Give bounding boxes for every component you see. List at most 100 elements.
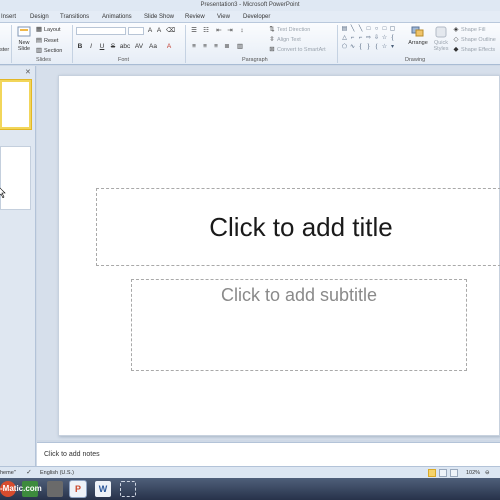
star-shape-icon[interactable]: ☆ [381,35,388,42]
change-case-button[interactable]: Aa [148,43,158,51]
reset-button[interactable]: Reset [44,38,58,44]
paragraph-group-label: Paragraph [242,57,268,63]
arrange-button[interactable]: Arrange [406,26,430,46]
line-shape-icon[interactable]: ╲ [357,26,364,33]
tab-slide-show[interactable]: Slide Show [144,11,174,23]
word-taskbar-icon[interactable]: W [95,481,111,497]
tab-design[interactable]: Design [30,11,49,23]
media-player-taskbar-icon[interactable] [47,481,63,497]
ribbon: ster New Slide ▦ Layout ▤ Reset ▥ Sectio… [0,23,500,65]
brace-shape-icon[interactable]: { [357,44,364,51]
normal-view-button[interactable] [428,469,436,477]
line-spacing-icon[interactable]: ↕ [238,27,246,35]
slide-canvas[interactable]: Click to add title Click to add subtitle [58,75,500,436]
text-direction-button[interactable]: Text Direction [277,27,310,33]
pentagon-shape-icon[interactable]: ⬠ [341,44,348,51]
paste-button-label[interactable]: ster [0,47,9,53]
tab-transitions[interactable]: Transitions [60,11,89,23]
numbering-icon[interactable]: ☷ [202,27,210,35]
decrease-indent-icon[interactable]: ⇤ [215,27,223,35]
zoom-out-icon[interactable]: ⊖ [485,470,490,476]
new-slide-button[interactable]: New Slide [14,26,34,52]
grow-font-icon[interactable]: A [146,27,154,35]
slide-thumbnail[interactable] [0,146,31,210]
connector-shape-icon[interactable]: ⌐ [349,35,356,42]
oval-shape-icon[interactable]: ○ [373,26,380,33]
notes-pane[interactable]: Click to add notes [37,442,500,466]
powerpoint-taskbar-icon[interactable]: P [70,481,86,497]
align-right-icon[interactable]: ≡ [212,43,220,51]
columns-icon[interactable]: ▥ [236,43,244,51]
align-left-icon[interactable]: ≡ [190,43,198,51]
title-bar: Presentation3 - Microsoft PowerPoint [0,0,500,11]
curve-shape-icon[interactable]: ( [373,44,380,51]
line-shape-icon[interactable]: ╲ [349,26,356,33]
drawing-group-label: Drawing [405,57,426,63]
quick-styles-icon [435,26,447,38]
layout-button[interactable]: Layout [44,27,61,33]
brace-shape-icon[interactable]: } [365,44,372,51]
close-icon[interactable]: ✕ [25,68,31,76]
increase-indent-icon[interactable]: ⇥ [226,27,234,35]
snipping-tool-taskbar-icon[interactable] [120,481,136,497]
quick-styles-button[interactable]: Quick Styles [430,26,452,52]
title-placeholder[interactable]: Click to add title [96,188,500,266]
clear-formatting-icon[interactable]: ⌫ [166,27,175,35]
character-spacing-button[interactable]: AV [134,43,144,51]
font-group-label: Font [118,57,130,63]
ribbon-tabs: Insert Design Transitions Animations Sli… [0,11,500,23]
curve-shape-icon[interactable]: ∿ [349,44,356,51]
rectangle-shape-icon[interactable]: □ [381,26,388,33]
tab-developer[interactable]: Developer [243,11,270,23]
textbox-shape-icon[interactable]: ▤ [341,26,348,33]
language-status[interactable]: English (U.S.) [40,470,74,476]
slide-thumbnails-pane: ✕ [0,66,36,468]
theme-name: heme" [0,470,16,476]
shrink-font-icon[interactable]: A [155,27,163,35]
bullets-icon[interactable]: ☰ [190,27,198,35]
align-center-icon[interactable]: ≡ [201,43,209,51]
connector-shape-icon[interactable]: ⌐ [357,35,364,42]
text-shadow-button[interactable]: abc [119,43,131,51]
align-text-icon: ⇳ [269,36,275,43]
group-divider [72,25,73,63]
zoom-level[interactable]: 102% [466,470,480,476]
subtitle-placeholder[interactable]: Click to add subtitle [131,279,467,371]
font-color-button[interactable]: A [165,43,173,51]
tab-review[interactable]: Review [185,11,205,23]
spellcheck-icon[interactable]: ✓ [25,469,33,477]
taskbar: P W [0,478,500,500]
tab-view[interactable]: View [217,11,230,23]
mouse-cursor-icon [0,187,6,198]
shape-effects-button[interactable]: Shape Effects [461,47,495,53]
arrow-right-shape-icon[interactable]: ⇨ [365,35,372,42]
slide-editing-area: Click to add title Click to add subtitle [37,66,500,440]
section-button[interactable]: Section [44,48,62,54]
shape-outline-button[interactable]: Shape Outline [461,37,496,43]
shape-fill-button[interactable]: Shape Fill [461,27,485,33]
underline-button[interactable]: U [98,43,106,51]
slide-sorter-view-button[interactable] [439,469,447,477]
group-divider [337,25,338,63]
tab-animations[interactable]: Animations [102,11,132,23]
font-name-combo[interactable] [76,27,126,35]
rounded-rect-shape-icon[interactable]: ▢ [389,26,396,33]
more-shapes-icon[interactable]: ▾ [389,44,396,51]
status-bar: heme" ✓ English (U.S.) 102% ⊖ [0,466,500,478]
bold-button[interactable]: B [76,43,84,51]
strikethrough-button[interactable]: S [109,43,117,51]
align-text-button[interactable]: Align Text [277,37,301,43]
shape-effects-icon: ◆ [453,46,459,53]
justify-icon[interactable]: ≣ [223,43,231,51]
font-size-combo[interactable] [128,27,144,35]
triangle-shape-icon[interactable]: △ [341,35,348,42]
tab-insert[interactable]: Insert [1,11,16,23]
layout-icon: ▦ [35,26,43,33]
convert-smartart-button[interactable]: Convert to SmartArt [277,47,326,53]
star-shape-icon[interactable]: ☆ [381,44,388,51]
italic-button[interactable]: I [87,43,95,51]
slide-thumbnail-selected[interactable] [0,80,31,129]
rectangle-shape-icon[interactable]: □ [365,26,372,33]
arrow-down-shape-icon[interactable]: ⇩ [373,35,380,42]
brace-shape-icon[interactable]: { [389,35,396,42]
